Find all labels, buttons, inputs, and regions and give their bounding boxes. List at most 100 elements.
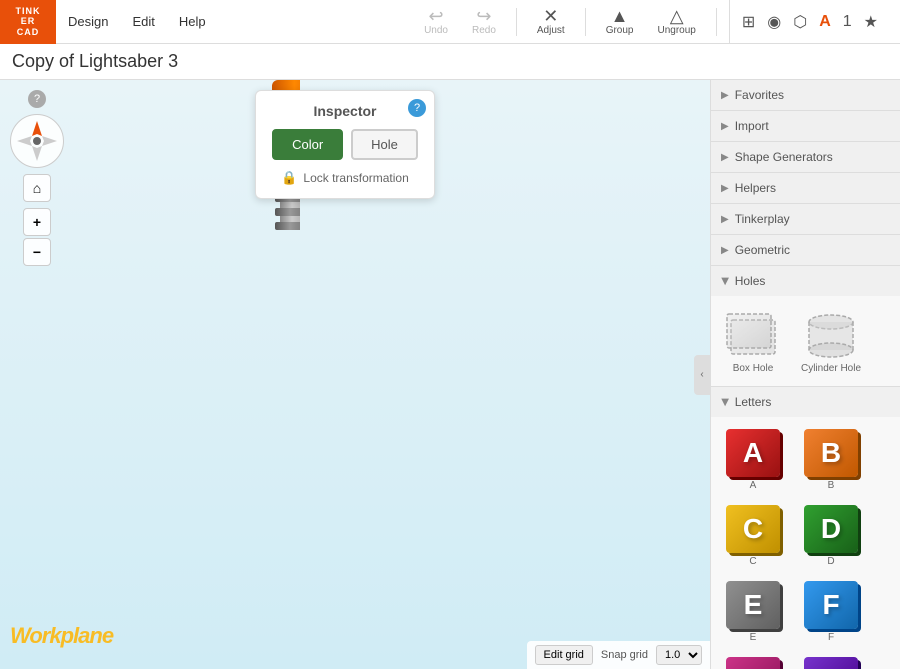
menu-help[interactable]: Help — [167, 0, 218, 44]
import-label: Import — [735, 119, 769, 133]
letter-c-label: C — [749, 556, 756, 567]
zoom-in-button[interactable]: + — [23, 208, 51, 236]
inspector-panel: Inspector Color Hole 🔒 Lock transformati… — [255, 90, 435, 199]
adjust-icon: ✕ — [543, 7, 558, 25]
right-sidebar: ▶ Favorites ▶ Import ▶ Shape Generators … — [710, 80, 900, 669]
letter-h-item[interactable]: H H — [795, 653, 867, 669]
lock-icon: 🔒 — [281, 170, 297, 186]
import-arrow: ▶ — [721, 121, 729, 132]
workplane-text: Workplane — [10, 623, 113, 649]
sidebar-section-letters: ▶ Letters A A B B C C — [711, 387, 900, 669]
sidebar-section-import: ▶ Import — [711, 111, 900, 142]
adjust-button[interactable]: ✕ Adjust — [529, 7, 573, 36]
redo-label: Redo — [472, 25, 496, 36]
shape-gen-header[interactable]: ▶ Shape Generators — [711, 142, 900, 172]
right-icons: ⊞ ◉ ⬡ A 1 ★ — [729, 0, 890, 44]
sidebar-section-tinkerplay: ▶ Tinkerplay — [711, 204, 900, 235]
group-button[interactable]: ▲ Group — [598, 7, 642, 36]
letters-content: A A B B C C D D — [711, 417, 900, 669]
letter-a-item[interactable]: A A — [717, 425, 789, 495]
geometric-header[interactable]: ▶ Geometric — [711, 235, 900, 265]
box-hole-label: Box Hole — [733, 363, 774, 374]
top-bar: TINK ER CAD Design Edit Help ↩ Undo ↪ Re… — [0, 0, 900, 44]
project-bar: Copy of Lightsaber 3 — [0, 44, 900, 80]
box-hole-item[interactable]: Box Hole — [717, 304, 789, 378]
inspector-buttons: Color Hole — [272, 129, 418, 160]
viewport[interactable]: ? ⌂ + − Inspector Color Hole — [0, 80, 710, 669]
lock-label: Lock transformation — [303, 171, 408, 185]
ungroup-icon: △ — [670, 7, 684, 25]
sidebar-section-shape-gen: ▶ Shape Generators — [711, 142, 900, 173]
geometric-arrow: ▶ — [721, 245, 729, 256]
viewport-bottom: Edit grid Snap grid 1.0 0.5 2.0 — [527, 641, 710, 669]
help-button[interactable]: ? — [28, 90, 46, 108]
toolbar-sep-2 — [585, 8, 586, 36]
sidebar-section-holes: ▶ Holes Box — [711, 266, 900, 387]
hole-button[interactable]: Hole — [351, 129, 418, 160]
logo-text: TINK ER CAD — [16, 6, 41, 37]
letter-d-item[interactable]: D D — [795, 501, 867, 571]
ungroup-label: Ungroup — [657, 25, 695, 36]
snap-label: Snap grid — [601, 649, 648, 661]
letter-c-item[interactable]: C C — [717, 501, 789, 571]
sidebar-section-favorites: ▶ Favorites — [711, 80, 900, 111]
letter-a-icon[interactable]: A — [815, 9, 835, 35]
favorites-label: Favorites — [735, 88, 784, 102]
letters-header[interactable]: ▶ Letters — [711, 387, 900, 417]
home-button[interactable]: ⌂ — [23, 174, 51, 202]
color-button[interactable]: Color — [272, 129, 343, 160]
lock-transform[interactable]: 🔒 Lock transformation — [272, 170, 418, 186]
tinkerplay-header[interactable]: ▶ Tinkerplay — [711, 204, 900, 234]
menu-design[interactable]: Design — [56, 0, 120, 44]
zoom-controls: + − — [23, 208, 51, 266]
sidebar-collapse[interactable]: ‹ — [694, 355, 710, 395]
import-header[interactable]: ▶ Import — [711, 111, 900, 141]
shape-gen-label: Shape Generators — [735, 150, 833, 164]
undo-button[interactable]: ↩ Undo — [416, 7, 456, 36]
edit-grid-button[interactable]: Edit grid — [535, 645, 593, 665]
menu-edit[interactable]: Edit — [120, 0, 166, 44]
toolbar: ↩ Undo ↪ Redo ✕ Adjust ▲ Group △ Ungroup… — [416, 0, 900, 44]
redo-button[interactable]: ↪ Redo — [464, 7, 504, 36]
holes-label: Holes — [735, 274, 766, 288]
letter-b-item[interactable]: B B — [795, 425, 867, 495]
cube-icon[interactable]: ◉ — [763, 8, 785, 36]
toolbar-sep-1 — [516, 8, 517, 36]
letter-g-item[interactable]: G G — [717, 653, 789, 669]
favorites-header[interactable]: ▶ Favorites — [711, 80, 900, 110]
letter-e-item[interactable]: E E — [717, 577, 789, 647]
sidebar-section-helpers: ▶ Helpers — [711, 173, 900, 204]
snap-select[interactable]: 1.0 0.5 2.0 — [656, 645, 702, 665]
redo-icon: ↪ — [476, 7, 491, 25]
adjust-label: Adjust — [537, 25, 565, 36]
holes-content: Box Hole Cylinder Hole — [711, 296, 900, 386]
letter-a-label: A — [750, 480, 757, 491]
star-icon[interactable]: ★ — [860, 8, 882, 36]
logo[interactable]: TINK ER CAD — [0, 0, 56, 44]
group-icon: ▲ — [611, 7, 629, 25]
helpers-header[interactable]: ▶ Helpers — [711, 173, 900, 203]
project-name[interactable]: Copy of Lightsaber 3 — [12, 51, 178, 72]
number-icon[interactable]: 1 — [839, 9, 856, 35]
inspector-help[interactable]: ? — [408, 99, 426, 117]
undo-icon: ↩ — [428, 7, 443, 25]
cylinder-hole-label: Cylinder Hole — [801, 363, 861, 374]
ungroup-button[interactable]: △ Ungroup — [649, 7, 703, 36]
helpers-label: Helpers — [735, 181, 776, 195]
holes-arrow: ▶ — [719, 277, 730, 285]
nav-compass[interactable] — [10, 114, 64, 168]
sphere-icon[interactable]: ⬡ — [789, 8, 811, 36]
tinkerplay-arrow: ▶ — [721, 214, 729, 225]
grid-icon[interactable]: ⊞ — [738, 8, 759, 36]
letter-f-label: F — [828, 632, 834, 643]
zoom-out-button[interactable]: − — [23, 238, 51, 266]
group-label: Group — [606, 25, 634, 36]
cylinder-hole-item[interactable]: Cylinder Hole — [795, 304, 867, 378]
shape-gen-arrow: ▶ — [721, 152, 729, 163]
geometric-label: Geometric — [735, 243, 790, 257]
nav-cube: ? ⌂ + − — [10, 90, 64, 266]
tinkerplay-label: Tinkerplay — [735, 212, 790, 226]
main-content: ? ⌂ + − Inspector Color Hole — [0, 80, 900, 669]
letter-f-item[interactable]: F F — [795, 577, 867, 647]
holes-header[interactable]: ▶ Holes — [711, 266, 900, 296]
